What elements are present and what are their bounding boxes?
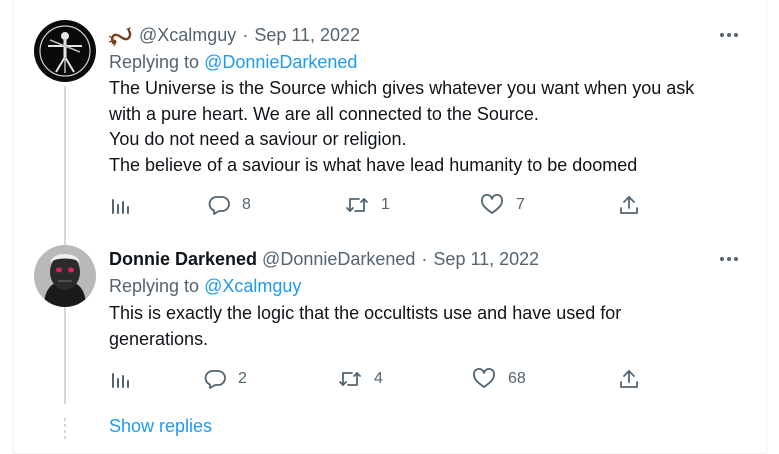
tweet1-line: with a pure heart. We are all connected …	[109, 103, 539, 124]
tweet1-line: The Universe is the Source which gives w…	[109, 78, 695, 98]
like-button[interactable]: 7	[480, 190, 525, 220]
analytics-button[interactable]	[109, 364, 131, 394]
tweet2-replying-to: Replying to @Xcalmguy	[109, 276, 301, 297]
replying-to-link[interactable]: @DonnieDarkened	[204, 52, 357, 72]
share-button[interactable]	[618, 364, 640, 394]
heart-icon	[481, 194, 503, 214]
tweet2-display-name[interactable]: Donnie Darkened	[109, 249, 257, 270]
tweet2-actions: 2 4 68	[109, 364, 649, 394]
show-replies-link[interactable]: Show replies	[109, 416, 212, 437]
share-icon	[620, 370, 638, 388]
tweet2-date[interactable]: Sep 11, 2022	[433, 249, 539, 270]
analytics-icon	[112, 373, 129, 388]
tweet2-header: Donnie Darkened @DonnieDarkened · Sep 11…	[109, 247, 539, 271]
scorpion-icon	[108, 24, 133, 47]
xcalmguy-avatar[interactable]	[34, 20, 96, 82]
more-options-icon[interactable]	[718, 24, 740, 46]
tweet2-handle[interactable]: @DonnieDarkened	[262, 249, 415, 270]
replying-label: Replying to	[109, 52, 200, 72]
reply-count: 2	[238, 370, 247, 387]
heart-icon	[473, 368, 495, 388]
tweet2-line: generations.	[109, 328, 209, 349]
like-count: 68	[508, 370, 526, 387]
like-button[interactable]: 68	[472, 364, 526, 394]
thread-dots	[64, 418, 66, 440]
retweet-count: 4	[374, 370, 383, 387]
donnie-darkened-avatar[interactable]	[34, 245, 96, 307]
tweet1-header: @Xcalmguy · Sep 11, 2022	[108, 23, 360, 47]
tweet1-line: You do not need a saviour or religion.	[109, 129, 407, 149]
retweet-icon	[339, 372, 361, 386]
more-options-icon[interactable]	[718, 248, 740, 270]
tweet1-text: The Universe is the Source which gives w…	[109, 76, 739, 178]
reply-icon	[204, 370, 226, 389]
retweet-icon	[346, 198, 368, 212]
tweet1-handle[interactable]: @Xcalmguy	[139, 25, 236, 46]
share-icon	[620, 196, 638, 214]
retweet-button[interactable]: 4	[338, 364, 383, 394]
tweet1-actions: 8 1 7	[109, 190, 649, 220]
reply-button[interactable]: 2	[204, 364, 247, 394]
replying-to-link[interactable]: @Xcalmguy	[204, 276, 301, 296]
tweet1-replying-to: Replying to @DonnieDarkened	[109, 52, 357, 73]
reply-button[interactable]: 8	[208, 190, 251, 220]
reply-icon	[208, 196, 230, 215]
separator-dot: ·	[242, 24, 249, 45]
tweet2-line: This is exactly the logic that the occul…	[109, 303, 622, 323]
tweet1-date[interactable]: Sep 11, 2022	[254, 25, 360, 46]
analytics-button[interactable]	[109, 190, 131, 220]
separator-dot: ·	[421, 248, 428, 269]
like-count: 7	[516, 196, 525, 213]
replying-label: Replying to	[109, 276, 200, 296]
share-button[interactable]	[618, 190, 640, 220]
retweet-button[interactable]: 1	[345, 190, 390, 220]
tweet1-line: The believe of a saviour is what have le…	[109, 154, 638, 175]
analytics-icon	[112, 199, 129, 214]
tweet2-text: This is exactly the logic that the occul…	[109, 301, 739, 352]
reply-count: 8	[242, 196, 251, 213]
retweet-count: 1	[381, 196, 390, 213]
